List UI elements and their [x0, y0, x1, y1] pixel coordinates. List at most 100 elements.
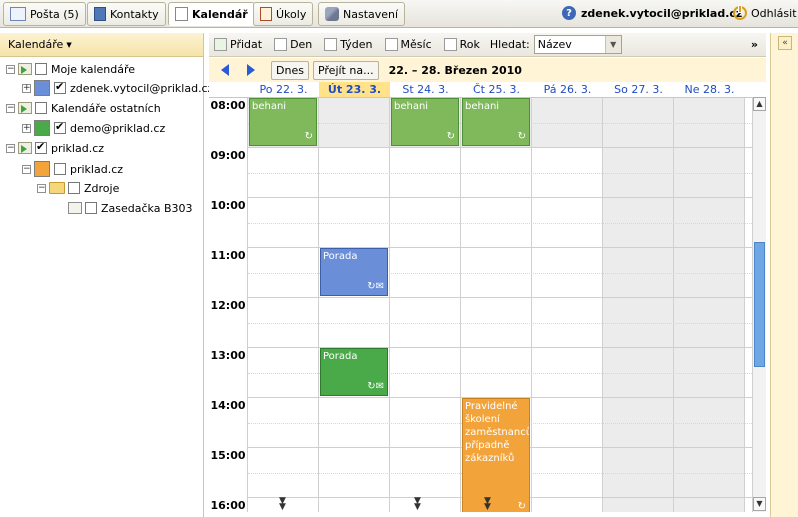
- dropdown-arrow-icon: ▼: [66, 40, 72, 49]
- my-calendars-checkbox[interactable]: [35, 63, 47, 75]
- logout-link[interactable]: Odhlásit: [733, 5, 797, 20]
- search-label: Hledat:: [489, 38, 530, 51]
- more-button[interactable]: »: [751, 38, 758, 51]
- expand-panel-icon[interactable]: «: [778, 36, 792, 50]
- day-header[interactable]: Po 22. 3.: [248, 82, 319, 97]
- resources-checkbox[interactable]: [68, 182, 80, 194]
- expand-icon[interactable]: +: [22, 123, 31, 133]
- tree-others: − Kalendáře ostatních: [6, 99, 161, 117]
- folder-icon: [49, 182, 65, 194]
- hour-label: 15:00: [210, 449, 246, 462]
- hour-label: 08:00: [210, 99, 246, 112]
- event-title: behani: [465, 101, 500, 112]
- goto-button[interactable]: Přejít na...: [312, 60, 379, 80]
- time-column: 08:00 09:00 10:00 11:00 12:00 13:00 14:0…: [209, 98, 248, 512]
- logout-label: Odhlásit: [751, 6, 797, 20]
- tab-contacts[interactable]: Kontakty: [87, 2, 166, 26]
- day-column[interactable]: [532, 98, 603, 512]
- calendars-header[interactable]: Kalendáře ▼: [0, 33, 203, 57]
- month-view-button[interactable]: Měsíc: [384, 38, 432, 51]
- scroll-thumb[interactable]: [754, 242, 765, 367]
- top-bar: Pošta (5) Kontakty Kalendář Úkoly Nastav…: [0, 0, 798, 28]
- day-header[interactable]: St 24. 3.: [390, 82, 461, 97]
- tab-mail[interactable]: Pošta (5): [3, 2, 86, 26]
- day-column[interactable]: [248, 98, 319, 512]
- day-header-today[interactable]: Út 23. 3.: [319, 82, 390, 97]
- today-button[interactable]: Dnes: [271, 60, 309, 80]
- calendar-event[interactable]: behani ↻: [249, 98, 317, 146]
- hour-label: 12:00: [210, 299, 246, 312]
- day-header[interactable]: Pá 26. 3.: [532, 82, 603, 97]
- tab-calendar[interactable]: Kalendář: [168, 2, 255, 26]
- search-select-value: Název: [537, 38, 572, 51]
- more-events-down-icon[interactable]: ▼ ▼: [484, 497, 491, 512]
- event-title: behani: [394, 101, 429, 112]
- resource-icon: [68, 202, 82, 214]
- week-label: Týden: [340, 38, 373, 51]
- collapse-icon[interactable]: −: [37, 183, 46, 193]
- tab-tasks-label: Úkoly: [276, 7, 307, 21]
- collapse-icon[interactable]: −: [22, 164, 31, 174]
- day-header[interactable]: Ne 28. 3.: [674, 82, 745, 97]
- day-column-weekend[interactable]: [603, 98, 674, 512]
- event-title: Porada: [323, 251, 358, 262]
- day-icon: [274, 38, 288, 51]
- others-checkbox[interactable]: [35, 102, 47, 114]
- week-grid[interactable]: 08:00 09:00 10:00 11:00 12:00 13:00 14:0…: [209, 97, 752, 512]
- tree-label: Zasedačka B303: [101, 201, 193, 215]
- day-column[interactable]: [319, 98, 390, 512]
- next-week-icon[interactable]: [247, 64, 255, 76]
- tree-label: Kalendáře ostatních: [51, 101, 161, 115]
- week-icon: [324, 38, 338, 51]
- recurring-icon: ↻: [446, 131, 455, 142]
- collapse-icon[interactable]: −: [6, 64, 15, 74]
- tab-tasks[interactable]: Úkoly: [253, 2, 314, 26]
- tree-my-calendar: + zdenek.vytocil@priklad.cz: [22, 79, 213, 97]
- day-header[interactable]: So 27. 3.: [603, 82, 674, 97]
- hour-label: 10:00: [210, 199, 246, 212]
- my-calendar-checkbox[interactable]: [54, 80, 66, 94]
- calendar-color-swatch[interactable]: [34, 120, 50, 136]
- event-title: Porada: [323, 351, 358, 362]
- calendar-color-swatch[interactable]: [34, 161, 50, 177]
- domain-cal-checkbox[interactable]: [54, 163, 66, 175]
- week-view-button[interactable]: Týden: [324, 38, 373, 51]
- month-label: Měsíc: [400, 38, 432, 51]
- day-view-button[interactable]: Den: [274, 38, 312, 51]
- calendar-event[interactable]: Porada ↻✉: [320, 348, 388, 396]
- tab-settings[interactable]: Nastavení: [318, 2, 406, 26]
- hour-label: 14:00: [210, 399, 246, 412]
- calendar-color-swatch[interactable]: [34, 80, 50, 96]
- room-checkbox[interactable]: [85, 202, 97, 214]
- calendar-event[interactable]: behani ↻: [462, 98, 530, 146]
- search-field-select[interactable]: Název ▼: [533, 35, 622, 54]
- hour-label: 16:00: [210, 499, 246, 512]
- year-view-button[interactable]: Rok: [443, 38, 480, 51]
- scroll-up-icon[interactable]: ▲: [753, 97, 766, 111]
- add-button[interactable]: Přidat: [214, 38, 262, 51]
- more-events-down-icon[interactable]: ▼ ▼: [414, 497, 421, 512]
- calendar-event[interactable]: Pravidelné školení zaměstnanců, případně…: [462, 398, 530, 512]
- day-header[interactable]: Čt 25. 3.: [461, 82, 532, 97]
- help-icon[interactable]: ?: [562, 6, 576, 20]
- calendar-event[interactable]: behani ↻: [391, 98, 459, 146]
- grid-scrollbar[interactable]: ▲ ▼: [752, 97, 766, 512]
- day-column[interactable]: [390, 98, 461, 512]
- collapse-icon[interactable]: −: [6, 143, 15, 153]
- wrench-icon: [325, 7, 339, 21]
- calendar-event[interactable]: Porada ↻✉: [320, 248, 388, 296]
- user-email: zdenek.vytocil@priklad.cz: [581, 6, 743, 20]
- more-events-down-icon[interactable]: ▼ ▼: [279, 497, 286, 512]
- date-navigation: Dnes Přejít na... 22. – 28. Březen 2010: [209, 58, 766, 82]
- day-column-weekend[interactable]: [674, 98, 745, 512]
- previous-week-icon[interactable]: [221, 64, 229, 76]
- expand-icon[interactable]: +: [22, 83, 31, 93]
- collapse-icon[interactable]: −: [6, 103, 15, 113]
- hour-line: [248, 147, 752, 148]
- calendar-icon: [175, 7, 188, 21]
- scroll-down-icon[interactable]: ▼: [753, 497, 766, 511]
- tree-label: priklad.cz: [51, 141, 105, 155]
- domain-checkbox[interactable]: [35, 140, 47, 154]
- demo-checkbox[interactable]: [54, 120, 66, 134]
- tree-my-calendars: − Moje kalendáře: [6, 60, 135, 78]
